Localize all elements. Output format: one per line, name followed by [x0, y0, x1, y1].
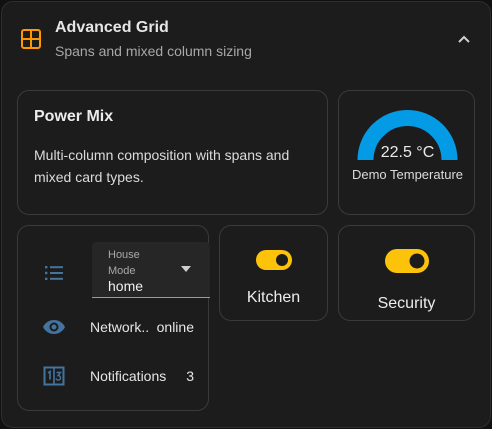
eye-icon [43, 320, 65, 334]
section-title: Advanced Grid [55, 19, 169, 36]
section-subtitle: Spans and mixed column sizing [55, 43, 252, 59]
tile-label: Security [377, 295, 436, 312]
temperature-gauge-card[interactable]: 22.5 °C Demo Temperature [338, 90, 475, 215]
gauge-name: Demo Temperature [351, 167, 464, 182]
kitchen-tile[interactable]: Kitchen [219, 225, 328, 321]
card-text: Multi-column composition with spans and … [34, 147, 290, 185]
entity-name-network[interactable]: Network... [90, 319, 148, 335]
tile-label: Kitchen [246, 289, 301, 306]
security-tile[interactable]: Security [338, 225, 475, 321]
card-title: Power Mix [34, 108, 114, 125]
select-value: home [108, 278, 144, 294]
counter-icon [43, 366, 65, 386]
house-mode-select[interactable]: House Mode home [92, 242, 210, 298]
entities-card: House Mode home Network... online Notifi… [17, 225, 210, 411]
grid-icon [21, 29, 41, 49]
select-label: House Mode [108, 249, 140, 277]
chevron-up-icon[interactable] [454, 30, 474, 50]
gauge-value: 22.5 °C [380, 144, 435, 161]
power-mix-card: Power Mix Multi-column composition with … [17, 90, 328, 215]
caret-down-icon [181, 266, 191, 272]
entity-state-notifications: 3 [186, 368, 194, 384]
toggle-switch-icon [385, 249, 429, 273]
entity-state-network: online [156, 319, 194, 335]
toggle-switch-icon [256, 250, 292, 270]
format-list-icon [45, 266, 63, 280]
